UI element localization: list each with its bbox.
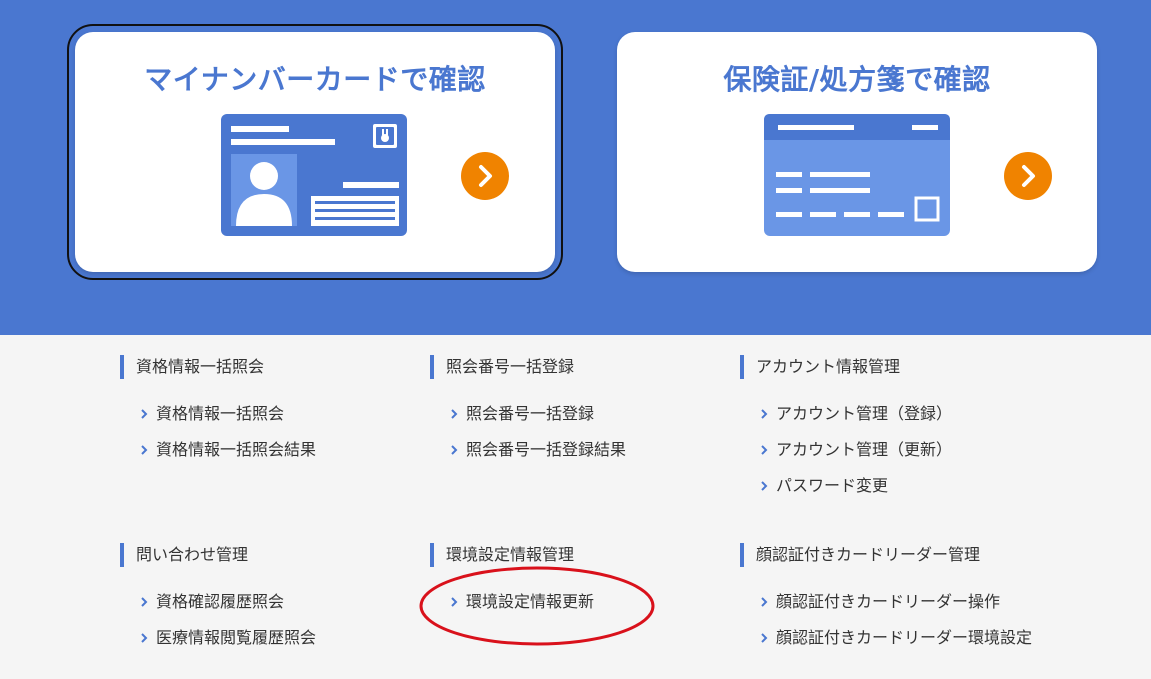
menu-item-reference-number-results[interactable]: 照会番号一括登録結果 [430,439,730,475]
menu-item-label: 環境設定情報更新 [466,592,595,611]
menu-heading-inquiry-management: 問い合わせ管理 [120,543,420,567]
menu-item-bulk-inquiry[interactable]: 資格情報一括照会 [120,403,420,439]
menu-heading-environment-settings: 環境設定情報管理 [430,543,730,567]
mynumber-card-icon [221,114,407,236]
chevron-right-icon [141,445,148,455]
insurance-arrow-icon[interactable] [1004,152,1052,200]
chevron-right-icon [141,633,148,643]
menu-item-label: 資格情報一括照会 [156,404,285,423]
insurance-card-title: 保険証/処方箋で確認 [723,63,991,96]
mynumber-card-title: マイナンバーカードで確認 [144,63,486,96]
insurance-card-button[interactable]: 保険証/処方箋で確認 [617,32,1097,272]
menu-item-account-update[interactable]: アカウント管理（更新） [740,439,1040,475]
menu-item-reference-number-register[interactable]: 照会番号一括登録 [430,403,730,439]
menu-item-face-reader-operation[interactable]: 顔認証付きカードリーダー操作 [740,591,1100,627]
chevron-right-icon [761,597,768,607]
chevron-right-icon [141,409,148,419]
menu-group-account: アカウント情報管理 アカウント管理（登録） アカウント管理（更新） パスワード変… [740,355,1040,511]
insurance-card-icon [764,114,950,236]
menu-group-face-reader: 顔認証付きカードリーダー管理 顔認証付きカードリーダー操作 顔認証付きカードリー… [740,543,1100,663]
menu-item-label: 照会番号一括登録結果 [466,440,627,459]
menu-item-label: 医療情報閲覧履歴照会 [156,628,317,647]
chevron-right-icon [451,445,458,455]
menu-group-inquiry-management: 問い合わせ管理 資格確認履歴照会 医療情報閲覧履歴照会 [120,543,420,663]
menu-item-label: 資格確認履歴照会 [156,592,285,611]
menu-item-eligibility-history[interactable]: 資格確認履歴照会 [120,591,420,627]
chevron-right-icon [451,409,458,419]
menu-item-label: アカウント管理（登録） [776,404,953,423]
chevron-right-icon [761,481,768,491]
menu-item-environment-settings-update[interactable]: 環境設定情報更新 [430,591,730,627]
chevron-right-icon [761,445,768,455]
menu-item-face-reader-settings[interactable]: 顔認証付きカードリーダー環境設定 [740,627,1100,663]
menu-item-password-change[interactable]: パスワード変更 [740,475,1040,511]
menu-item-medical-view-history[interactable]: 医療情報閲覧履歴照会 [120,627,420,663]
chevron-right-icon [761,633,768,643]
menu-group-reference-number: 照会番号一括登録 照会番号一括登録 照会番号一括登録結果 [430,355,730,475]
menu-heading-face-reader: 顔認証付きカードリーダー管理 [740,543,1100,567]
menu-item-account-register[interactable]: アカウント管理（登録） [740,403,1040,439]
menu-item-label: パスワード変更 [776,476,889,495]
menu-heading-reference-number: 照会番号一括登録 [430,355,730,379]
chevron-right-icon [761,409,768,419]
menu-item-bulk-inquiry-results[interactable]: 資格情報一括照会結果 [120,439,420,475]
chevron-right-icon [451,597,458,607]
menu-group-bulk-inquiry: 資格情報一括照会 資格情報一括照会 資格情報一括照会結果 [120,355,420,475]
mynumber-arrow-icon[interactable] [461,152,509,200]
menu-item-label: アカウント管理（更新） [776,440,953,459]
menu-group-environment-settings: 環境設定情報管理 環境設定情報更新 [430,543,730,627]
menu-heading-account: アカウント情報管理 [740,355,1040,379]
menu-item-label: 顔認証付きカードリーダー操作 [776,592,1001,611]
chevron-right-icon [141,597,148,607]
menu-item-label: 顔認証付きカードリーダー環境設定 [776,628,1033,647]
menu-item-label: 資格情報一括照会結果 [156,440,317,459]
menu-heading-bulk-inquiry: 資格情報一括照会 [120,355,420,379]
menu-item-label: 照会番号一括登録 [466,404,595,423]
mynumber-card-button[interactable]: マイナンバーカードで確認 [67,24,563,280]
